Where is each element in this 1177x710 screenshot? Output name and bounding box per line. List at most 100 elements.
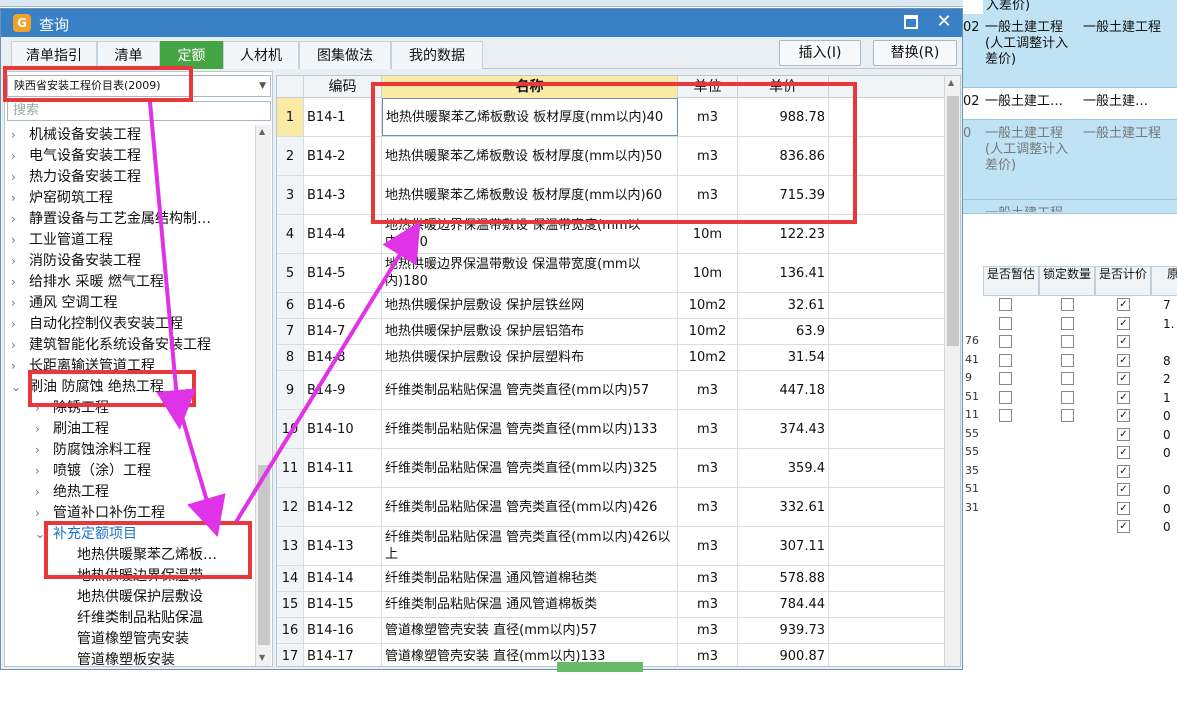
tree-node[interactable]: › 喷镀（涂）工程 — [35, 461, 151, 482]
tab-quota[interactable]: 定额 — [160, 41, 223, 69]
background-checkbox[interactable] — [999, 298, 1012, 311]
background-checkbox[interactable] — [1061, 316, 1074, 330]
chevron-down-icon[interactable]: ⌄ — [11, 377, 29, 398]
tab-atlas-method[interactable]: 图集做法 — [299, 41, 391, 69]
tab-list[interactable]: 清单 — [97, 41, 160, 69]
tree-node[interactable]: › 电气设备安装工程 — [11, 146, 141, 167]
background-checkbox[interactable] — [1061, 353, 1074, 367]
row-index-text: 2 — [285, 148, 295, 164]
chevron-right-icon[interactable]: › — [35, 419, 53, 440]
table-row[interactable]: 7 B14-7 地热供暖保护层敷设 保护层铝箔布 10m2 63.9 — [277, 319, 947, 345]
background-checkbox[interactable]: ✓ — [1117, 483, 1130, 496]
table-row[interactable]: 9 B14-9 纤维类制品粘贴保温 管壳类直径(mm以内)57 m3 447.18 — [277, 371, 947, 410]
chevron-right-icon[interactable]: › — [11, 167, 29, 188]
tree-node[interactable]: 地热供暖保护层敷设 — [59, 587, 203, 608]
tree-node[interactable]: 管道橡塑管壳安装 — [59, 629, 189, 650]
chevron-right-icon[interactable]: › — [11, 335, 29, 356]
background-checkbox[interactable]: ✓ — [1117, 427, 1130, 441]
chevron-right-icon[interactable]: › — [35, 482, 53, 503]
table-row[interactable]: 15 B14-15 纤维类制品粘贴保温 通风管道棉板类 m3 784.44 — [277, 592, 947, 618]
tab-list-guide[interactable]: 清单指引 — [11, 41, 97, 69]
resize-handle[interactable] — [557, 662, 643, 672]
grid-scrollbar[interactable]: ▲ — [944, 76, 960, 666]
chevron-right-icon[interactable]: › — [11, 293, 29, 314]
background-checkbox[interactable]: ✓ — [1117, 353, 1130, 367]
chevron-right-icon[interactable]: › — [11, 356, 29, 377]
chevron-right-icon[interactable]: › — [11, 314, 29, 335]
tree-node[interactable]: › 通风 空调工程 — [11, 293, 117, 314]
background-checkbox[interactable] — [1061, 335, 1074, 348]
background-checkbox[interactable]: ✓ — [1117, 446, 1130, 459]
background-checkbox[interactable]: ✓ — [1117, 390, 1130, 404]
chevron-right-icon[interactable]: › — [11, 272, 29, 293]
tree-scrollbar[interactable]: ▲ ▼ — [255, 125, 271, 666]
maximize-button[interactable] — [904, 15, 918, 29]
table-row[interactable]: 6 B14-6 地热供暖保护层敷设 保护层铁丝网 10m2 32.61 — [277, 293, 947, 319]
background-checkbox[interactable]: ✓ — [1117, 464, 1130, 478]
background-checkbox[interactable] — [1061, 298, 1074, 311]
table-row[interactable]: 11 B14-11 纤维类制品粘贴保温 管壳类直径(mm以内)325 m3 359.4 — [277, 449, 947, 488]
table-row[interactable]: 8 B14-8 地热供暖保护层敷设 保护层塑料布 10m2 31.54 — [277, 345, 947, 371]
close-button[interactable]: ✕ — [933, 10, 955, 34]
row-index-text: 6 — [285, 298, 295, 313]
tree-node[interactable]: › 防腐蚀涂料工程 — [35, 440, 151, 461]
grid-scroll-thumb[interactable] — [947, 96, 959, 346]
background-checkbox[interactable] — [999, 372, 1012, 385]
tree-scroll-thumb[interactable] — [258, 465, 270, 645]
tree-node[interactable]: › 机械设备安装工程 — [11, 125, 141, 146]
table-row[interactable]: 16 B14-16 管道橡塑管壳安装 直径(mm以内)57 m3 939.73 — [277, 618, 947, 644]
tree-node[interactable]: › 建筑智能化系统设备安装工程 — [11, 335, 211, 356]
search-input[interactable]: 搜索 — [7, 101, 271, 121]
chevron-right-icon[interactable]: › — [11, 251, 29, 272]
table-row[interactable]: 13 B14-13 纤维类制品粘贴保温 管壳类直径(mm以内)426以上 m3 307.… — [277, 527, 947, 566]
replace-button[interactable]: 替换(R) — [873, 40, 957, 66]
chevron-right-icon[interactable]: › — [11, 125, 29, 146]
background-checkbox[interactable]: ✓ — [1117, 335, 1130, 348]
tree-node[interactable]: › 工业管道工程 — [11, 230, 113, 251]
tree-node[interactable]: › 刷油工程 — [35, 419, 109, 440]
background-value: 7 — [1163, 298, 1171, 312]
app-icon: G — [13, 14, 31, 32]
tree-node[interactable]: › 消防设备安装工程 — [11, 251, 141, 272]
tree-node[interactable]: › 静置设备与工艺金属结构制… — [11, 209, 211, 230]
scroll-up-icon[interactable]: ▲ — [948, 78, 954, 87]
background-checkbox[interactable] — [1061, 409, 1074, 422]
tab-my-data[interactable]: 我的数据 — [391, 41, 483, 69]
chevron-right-icon[interactable]: › — [11, 146, 29, 167]
chevron-right-icon[interactable]: › — [35, 440, 53, 461]
chevron-right-icon[interactable]: › — [11, 188, 29, 209]
tree-node[interactable]: › 给排水 采暖 燃气工程 — [11, 272, 164, 293]
tree-node[interactable]: › 自动化控制仪表安装工程 — [11, 314, 183, 335]
background-checkbox[interactable] — [999, 335, 1012, 348]
table-row[interactable]: 12 B14-12 纤维类制品粘贴保温 管壳类直径(mm以内)426 m3 332.61 — [277, 488, 947, 527]
scroll-up-icon[interactable]: ▲ — [259, 127, 265, 136]
tree-node[interactable]: › 绝热工程 — [35, 482, 109, 503]
table-row[interactable]: 5 B14-5 地热供暖边界保温带敷设 保温带宽度(mm以内)180 10m 136.4… — [277, 254, 947, 293]
background-checkbox[interactable]: ✓ — [1117, 520, 1130, 533]
table-row[interactable]: 14 B14-14 纤维类制品粘贴保温 通风管道棉毡类 m3 578.88 — [277, 566, 947, 592]
background-checkbox[interactable] — [999, 353, 1012, 367]
row-name-text: 纤维类制品粘贴保温 管壳类直径(mm以内)426以上 — [385, 530, 671, 562]
tree-node[interactable]: › 热力设备安装工程 — [11, 167, 141, 188]
chevron-right-icon[interactable]: › — [11, 230, 29, 251]
tree-node[interactable]: › 炉窑砌筑工程 — [11, 188, 113, 209]
background-checkbox[interactable]: ✓ — [1117, 501, 1130, 515]
tree-node[interactable]: 纤维类制品粘贴保温 — [59, 608, 203, 629]
background-checkbox[interactable] — [1061, 372, 1074, 385]
row-code-text: B14-11 — [307, 460, 354, 476]
table-row[interactable]: 10 B14-10 纤维类制品粘贴保温 管壳类直径(mm以内)133 m3 374.43 — [277, 410, 947, 449]
insert-button[interactable]: 插入(I) — [779, 40, 861, 66]
background-checkbox[interactable] — [999, 390, 1012, 404]
background-checkbox[interactable]: ✓ — [1117, 316, 1130, 330]
chevron-right-icon[interactable]: › — [35, 461, 53, 482]
background-checkbox[interactable] — [999, 316, 1012, 330]
background-checkbox[interactable] — [1061, 390, 1074, 404]
scroll-down-icon[interactable]: ▼ — [259, 653, 265, 662]
background-checkbox[interactable] — [999, 409, 1012, 422]
background-checkbox[interactable]: ✓ — [1117, 409, 1130, 422]
chevron-right-icon[interactable]: › — [11, 209, 29, 230]
background-checkbox[interactable]: ✓ — [1117, 372, 1130, 385]
tab-labor-material-machine[interactable]: 人材机 — [223, 41, 299, 69]
tree-node[interactable]: 管道橡塑板安装 — [59, 650, 175, 665]
background-checkbox[interactable]: ✓ — [1117, 298, 1130, 311]
